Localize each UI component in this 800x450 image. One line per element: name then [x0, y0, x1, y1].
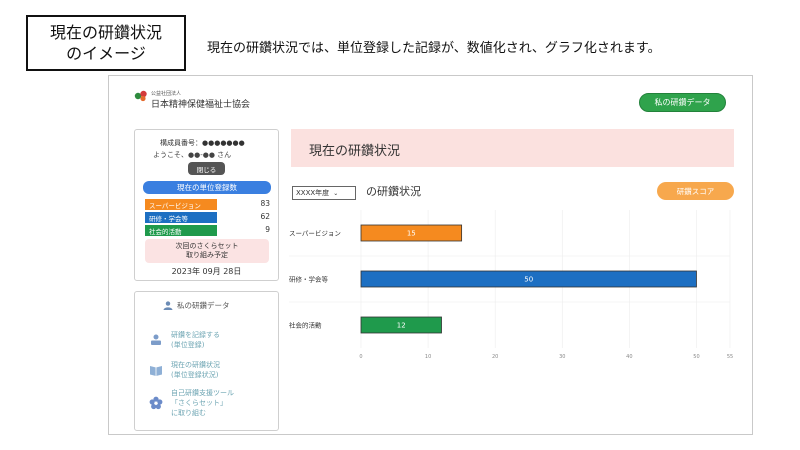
- stat-value: 62: [260, 212, 270, 221]
- bar-value-label: 50: [524, 276, 533, 284]
- menu-item-line2: 「さくらセット」: [171, 399, 227, 407]
- x-tick-label: 0: [359, 354, 362, 360]
- next-sakura-set-box: 次回のさくらセット 取り組み予定: [145, 239, 269, 263]
- menu-item-line2: (単位登録状況): [171, 371, 219, 379]
- year-select[interactable]: XXXX年度 ⌄: [292, 186, 356, 200]
- menu-item-line1: 現在の研鑽状況: [171, 361, 220, 369]
- menu-current-status[interactable]: 現在の研鑽状況 (単位登録状況): [149, 360, 274, 382]
- member-panel: 構成員番号：●●●●●●● ようこそ、●●-●● さん 閉じる 現在の単位登録数…: [134, 129, 279, 281]
- menu-sakura-set-tool[interactable]: 自己研鑽支援ツール 「さくらセット」 に取り組む: [149, 388, 274, 420]
- x-tick-label: 50: [693, 354, 699, 360]
- x-tick-label: 20: [492, 354, 498, 360]
- chevron-down-icon: ⌄: [333, 189, 339, 197]
- my-data-menu: 私の研鑽データ 研鑽を記録する (単位登録) 現在の研鑽状況 (単位登録状況) …: [134, 291, 279, 431]
- member-number: 構成員番号：●●●●●●●: [160, 139, 245, 147]
- slide-title-line2: のイメージ: [66, 44, 146, 63]
- x-tick-label: 40: [626, 354, 632, 360]
- x-tick-label: 10: [425, 354, 431, 360]
- flower-icon: [149, 396, 163, 410]
- slide-caption: 現在の研鑽状況では、単位登録した記録が、数値化され、グラフ化されます。: [207, 41, 661, 56]
- stat-value: 83: [260, 199, 270, 208]
- association-logo-icon: [134, 90, 147, 102]
- stat-value: 9: [265, 225, 270, 234]
- stat-label: 社会的活動: [145, 225, 217, 236]
- menu-record-training[interactable]: 研鑽を記録する (単位登録): [149, 330, 274, 352]
- page-title-banner: 現在の研鑽状況: [291, 129, 734, 167]
- category-label: スーパービジョン: [289, 229, 341, 238]
- record-icon: [151, 334, 161, 345]
- stat-label: 研修・学会等: [145, 212, 217, 223]
- category-label: 研修・学会等: [289, 275, 329, 284]
- menu-item-line2: (単位登録): [171, 341, 205, 349]
- training-bar-chart: 0 10 20 30 40 50 55 15 スーパービジョン 50 研修・学会等 12 社会的活動: [289, 210, 733, 360]
- slide-title-line1: 現在の研鑽状況: [49, 23, 162, 42]
- page-title: 現在の研鑽状況: [309, 144, 401, 159]
- stat-row-training: 研修・学会等 62: [145, 212, 270, 224]
- org-name: 日本精神保健福祉士協会: [151, 100, 251, 110]
- person-icon: [163, 301, 173, 310]
- stat-row-supervision: スーパービジョン 83: [145, 199, 270, 211]
- current-status-button[interactable]: 現在の単位登録数: [143, 181, 271, 194]
- book-icon: [150, 366, 162, 376]
- slide: 現在の研鑽状況 のイメージ 現在の研鑽状況では、単位登録した記録が、数値化され、…: [0, 0, 800, 450]
- stat-label: スーパービジョン: [145, 199, 217, 210]
- welcome-text: ようこそ、●●-●● さん: [153, 151, 232, 159]
- next-line2: 取り組み予定: [186, 251, 228, 259]
- category-label: 社会的活動: [289, 321, 322, 330]
- menu-item-line1: 研鑽を記録する: [171, 331, 220, 339]
- menu-item-line1: 自己研鑽支援ツール: [171, 389, 234, 397]
- training-score-button[interactable]: 研鑽スコア: [657, 182, 734, 200]
- bar-value-label: 12: [397, 322, 406, 330]
- x-tick-label: 55: [727, 354, 733, 360]
- slide-title-box: 現在の研鑽状況 のイメージ: [26, 15, 186, 71]
- year-select-value: XXXX年度: [296, 189, 330, 197]
- planned-date: 2023年 09月 28日: [171, 267, 242, 276]
- app-header: 公益社団法人 日本精神保健福祉士協会 私の研鑽データ: [109, 76, 752, 126]
- my-data-button[interactable]: 私の研鑽データ: [639, 93, 726, 112]
- next-line1: 次回のさくらセット: [175, 242, 239, 250]
- bar-value-label: 15: [407, 230, 416, 238]
- status-subtitle: の研鑽状況: [366, 185, 421, 198]
- stat-row-social: 社会的活動 9: [145, 225, 270, 237]
- my-data-heading: 私の研鑽データ: [177, 301, 230, 310]
- x-tick-label: 30: [559, 354, 565, 360]
- org-type-label: 公益社団法人: [151, 91, 182, 97]
- app-screenshot: 公益社団法人 日本精神保健福祉士協会 私の研鑽データ 構成員番号：●●●●●●●…: [108, 75, 753, 435]
- close-button[interactable]: 閉じる: [188, 162, 225, 175]
- menu-item-line3: に取り組む: [171, 409, 206, 417]
